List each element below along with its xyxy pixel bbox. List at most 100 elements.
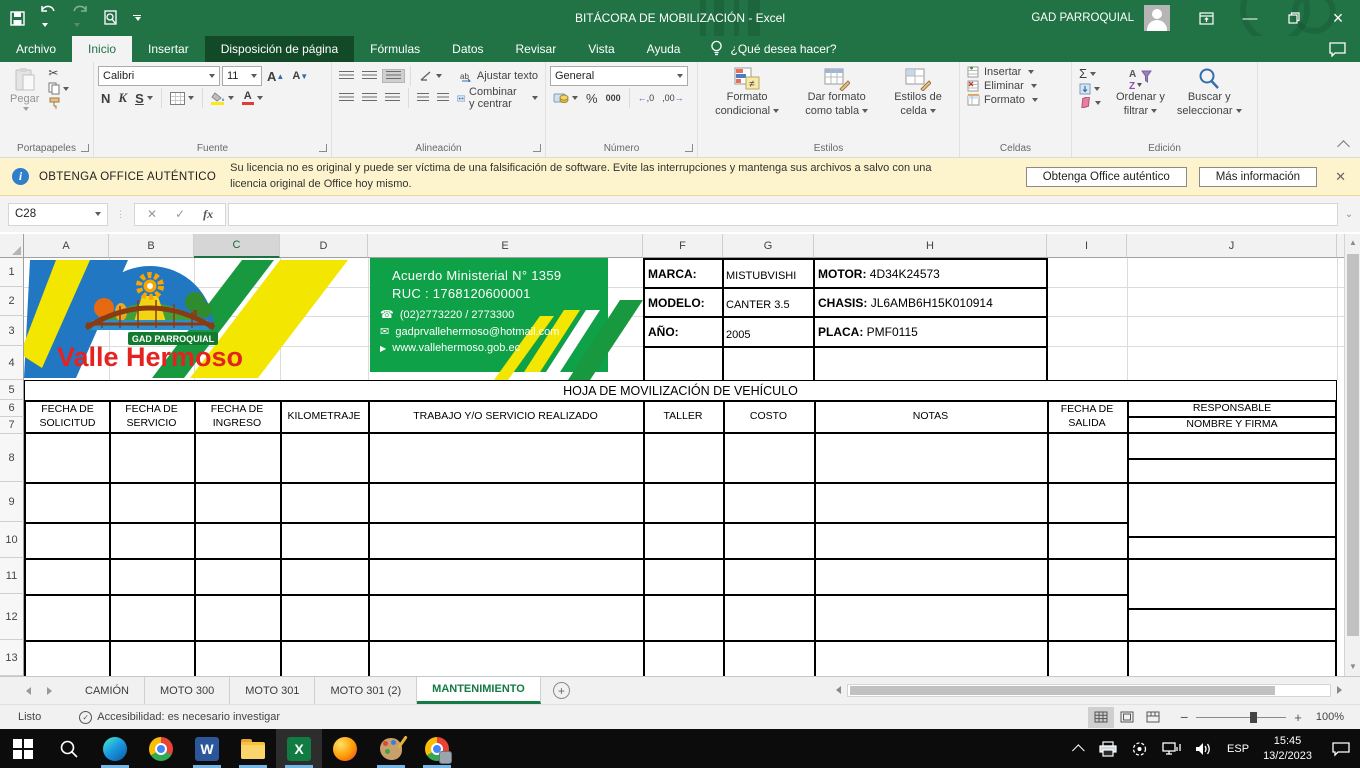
get-office-button[interactable]: Obtenga Office auténtico <box>1026 167 1187 187</box>
tab-insertar[interactable]: Insertar <box>132 36 205 62</box>
row-header-6[interactable]: 6 <box>0 400 24 417</box>
tab-disposicion[interactable]: Disposición de página <box>205 36 354 62</box>
scroll-down-icon[interactable]: ▼ <box>1345 658 1360 675</box>
tab-formulas[interactable]: Fórmulas <box>354 36 436 62</box>
warning-close-icon[interactable]: ✕ <box>1335 169 1346 185</box>
taskbar-chrome[interactable] <box>138 729 184 768</box>
more-info-button[interactable]: Más información <box>1199 167 1317 187</box>
sheet-title-row[interactable]: HOJA DE MOVILIZACIÓN DE VEHÍCULO <box>24 380 1337 400</box>
header-fecha-ingreso[interactable]: FECHA DEINGRESO <box>194 402 280 432</box>
cell-modelo-label[interactable]: MODELO: <box>648 289 720 316</box>
sheet-nav-left-icon[interactable] <box>26 687 31 695</box>
header-kilometraje[interactable]: KILOMETRAJE <box>280 402 368 432</box>
sheet-nav-right-icon[interactable] <box>47 687 52 695</box>
hscroll-right-icon[interactable] <box>1337 686 1342 694</box>
vertical-scroll-thumb[interactable] <box>1347 254 1359 636</box>
decrease-font-icon[interactable]: A▼ <box>289 69 311 83</box>
zoom-slider-handle[interactable] <box>1250 712 1257 723</box>
header-trabajo[interactable]: TRABAJO Y/O SERVICIO REALIZADO <box>368 402 643 432</box>
format-painter-icon[interactable] <box>45 96 72 111</box>
insert-cells-button[interactable]: Insertar <box>964 65 1067 79</box>
horizontal-scrollbar[interactable] <box>836 682 1342 698</box>
row-header-8[interactable]: 8 <box>0 434 24 482</box>
header-notas[interactable]: NOTAS <box>814 402 1047 432</box>
row-header-7[interactable]: 7 <box>0 417 24 434</box>
normal-view-icon[interactable] <box>1088 707 1114 728</box>
cell-anio-value[interactable]: 2005 <box>726 324 811 346</box>
cell-modelo-value[interactable]: CANTER 3.5 <box>726 294 811 316</box>
taskbar-chrome-profile[interactable] <box>414 729 460 768</box>
cell-marca-value[interactable]: MISTUBVISHI <box>726 265 811 287</box>
taskbar-edge[interactable] <box>92 729 138 768</box>
format-as-table-button[interactable]: Dar formato como tabla <box>799 65 874 140</box>
column-header-h[interactable]: H <box>814 234 1047 258</box>
align-center-icon[interactable] <box>359 92 380 104</box>
column-header-g[interactable]: G <box>723 234 814 258</box>
sheet-tab-mantenimiento[interactable]: MANTENIMIENTO <box>417 677 541 704</box>
align-left-icon[interactable] <box>336 92 357 104</box>
tell-me-search[interactable]: ¿Qué desea hacer? <box>696 36 850 62</box>
restore-button[interactable] <box>1272 0 1316 36</box>
taskbar-word[interactable]: W <box>184 729 230 768</box>
ribbon-display-options-icon[interactable] <box>1184 0 1228 36</box>
number-format-select[interactable]: General <box>550 66 688 86</box>
align-bottom-icon[interactable] <box>382 69 405 83</box>
enter-icon[interactable]: ✓ <box>175 207 185 221</box>
insert-function-icon[interactable]: fx <box>203 207 213 222</box>
table-body[interactable] <box>24 434 1337 676</box>
volume-icon[interactable] <box>1195 741 1213 757</box>
tab-vista[interactable]: Vista <box>572 36 630 62</box>
tab-archivo[interactable]: Archivo <box>0 36 72 62</box>
font-name-select[interactable]: Calibri <box>98 66 220 86</box>
page-break-view-icon[interactable] <box>1140 707 1166 728</box>
conditional-formatting-button[interactable]: ≠ Formato condicional <box>709 65 785 140</box>
close-button[interactable]: × <box>1316 0 1360 36</box>
merge-center-button[interactable]: Combinar y centrar <box>454 85 541 111</box>
start-button[interactable] <box>0 729 46 768</box>
action-center-icon[interactable] <box>1332 741 1350 757</box>
minimize-button[interactable]: — <box>1228 0 1272 36</box>
page-layout-view-icon[interactable] <box>1114 707 1140 728</box>
font-color-icon[interactable]: A <box>239 90 266 106</box>
cell-motor[interactable]: MOTOR: 4D34K24573 <box>818 260 1043 287</box>
select-all-corner[interactable] <box>0 234 24 258</box>
orientation-icon[interactable] <box>416 69 445 83</box>
format-cells-button[interactable]: Formato <box>964 93 1067 107</box>
fill-color-icon[interactable] <box>208 91 237 106</box>
screen-record-icon[interactable] <box>1131 741 1148 757</box>
row-header-9[interactable]: 9 <box>0 482 24 522</box>
cell-placa[interactable]: PLACA: PMF0115 <box>818 318 1043 346</box>
taskbar-clock[interactable]: 15:4513/2/2023 <box>1263 734 1312 764</box>
row-header-12[interactable]: 12 <box>0 594 24 640</box>
sort-filter-button[interactable]: AZ Ordenar y filtrar <box>1110 65 1171 140</box>
cell-anio-label[interactable]: AÑO: <box>648 318 720 346</box>
clear-icon[interactable] <box>1076 96 1104 109</box>
accounting-format-icon[interactable] <box>550 91 581 105</box>
column-header-i[interactable]: I <box>1047 234 1127 258</box>
tab-datos[interactable]: Datos <box>436 36 499 62</box>
taskbar-paint[interactable] <box>368 729 414 768</box>
header-responsable[interactable]: RESPONSABLE <box>1127 402 1337 416</box>
zoom-in-icon[interactable]: + <box>1294 710 1302 725</box>
align-middle-icon[interactable] <box>359 70 380 82</box>
zoom-out-icon[interactable]: − <box>1180 709 1188 725</box>
hscroll-left-icon[interactable] <box>836 686 841 694</box>
cut-icon[interactable]: ✂ <box>45 65 72 81</box>
row-header-13[interactable]: 13 <box>0 640 24 676</box>
column-header-b[interactable]: B <box>109 234 194 258</box>
sheet-tab-moto301[interactable]: MOTO 301 <box>230 677 315 704</box>
language-indicator[interactable]: ESP <box>1227 743 1249 755</box>
account-name[interactable]: GAD PARROQUIAL <box>1031 12 1134 24</box>
clipboard-dialog-launcher[interactable] <box>81 144 89 152</box>
font-dialog-launcher[interactable] <box>319 144 327 152</box>
vertical-scrollbar[interactable]: ▲ ▼ <box>1344 234 1360 676</box>
row-header-1[interactable]: 1 <box>0 258 24 287</box>
column-header-f[interactable]: F <box>643 234 723 258</box>
row-header-2[interactable]: 2 <box>0 287 24 316</box>
tab-ayuda[interactable]: Ayuda <box>631 36 697 62</box>
bold-button[interactable]: N <box>98 90 113 107</box>
increase-decimal-icon[interactable]: ←,0 <box>635 92 658 104</box>
header-nombre-firma[interactable]: NOMBRE Y FIRMA <box>1127 418 1337 432</box>
cell-marca-label[interactable]: MARCA: <box>648 260 720 287</box>
formula-input[interactable] <box>228 203 1338 226</box>
